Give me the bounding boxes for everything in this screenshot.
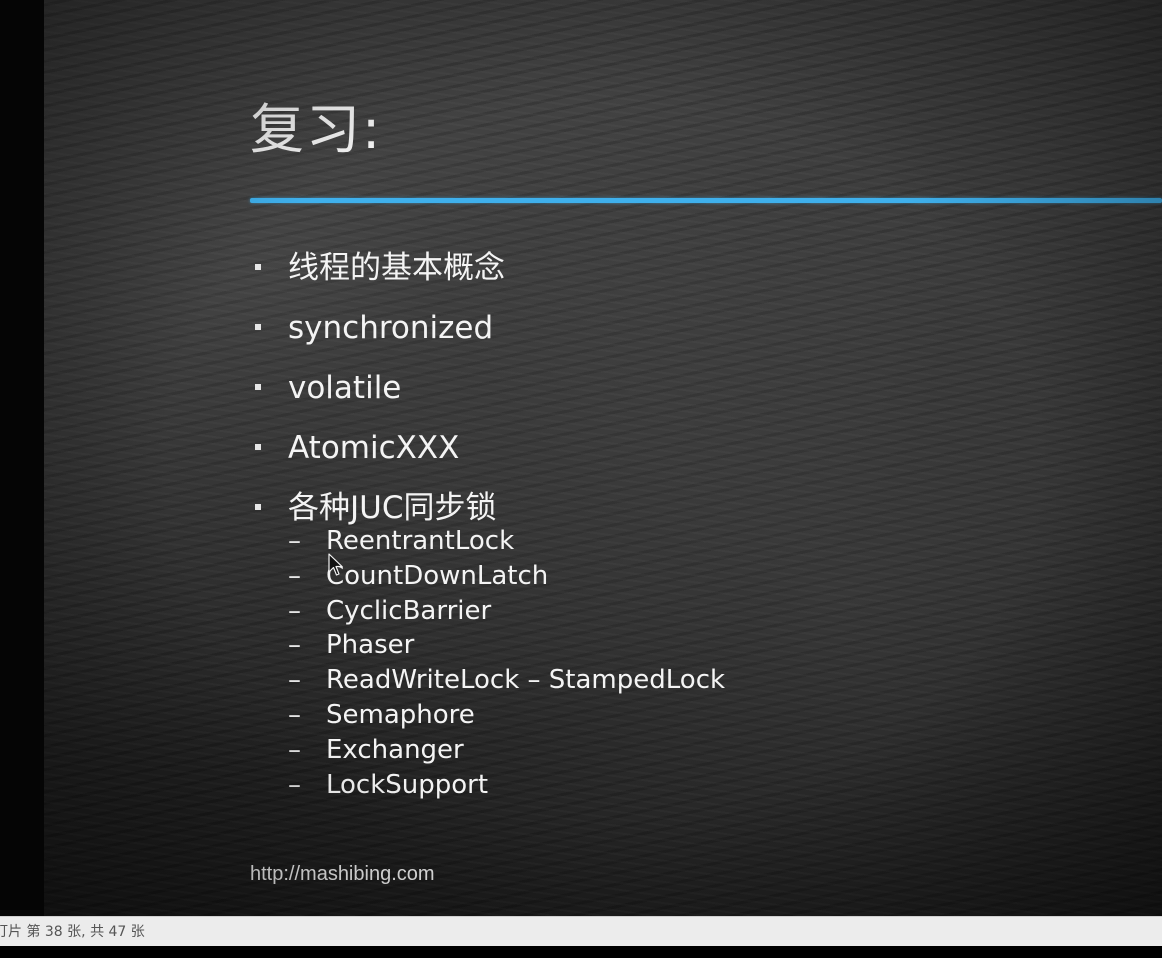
dash-bullet-icon: – <box>288 665 301 696</box>
presentation-slide[interactable]: 复习: 线程的基本概念 synchronized volatile Atomic… <box>44 0 1162 916</box>
status-bar: 灯片 第 38 张, 共 47 张 <box>0 916 1162 946</box>
sub-bullet-text: CountDownLatch <box>326 560 549 591</box>
sub-bullet-text: Semaphore <box>326 699 475 730</box>
sub-bullet-text: Phaser <box>326 630 415 661</box>
sub-bullet-item: – CountDownLatch <box>250 559 725 594</box>
sub-bullet-item: – ReentrantLock <box>250 524 725 559</box>
dash-bullet-icon: – <box>288 595 301 626</box>
bullet-list: 线程的基本概念 synchronized volatile AtomicXXX … <box>250 238 505 538</box>
bottom-edge <box>0 946 1162 958</box>
bullet-text: 线程的基本概念 <box>288 250 505 286</box>
slide-counter: 灯片 第 38 张, 共 47 张 <box>0 924 145 940</box>
bullet-item: 线程的基本概念 <box>250 238 505 298</box>
sub-bullet-item: – LockSupport <box>250 768 725 803</box>
window-left-edge <box>0 0 44 916</box>
sub-bullet-text: ReentrantLock <box>326 526 515 556</box>
sub-bullet-item: – CyclicBarrier <box>250 594 725 629</box>
bullet-item: volatile <box>250 358 505 418</box>
sub-bullet-text: LockSupport <box>326 769 489 800</box>
sub-bullet-item: – Semaphore <box>250 698 725 733</box>
sub-bullet-text: CyclicBarrier <box>326 595 492 626</box>
bullet-item: synchronized <box>250 298 505 358</box>
dash-bullet-icon: – <box>288 526 301 556</box>
square-bullet-icon <box>255 264 261 270</box>
bullet-text: synchronized <box>288 310 494 346</box>
sub-bullet-text: ReadWriteLock – StampedLock <box>326 665 726 696</box>
dash-bullet-icon: – <box>288 699 301 730</box>
dash-bullet-icon: – <box>288 630 301 661</box>
bullet-text: volatile <box>288 370 402 406</box>
sub-bullet-text: Exchanger <box>326 734 464 765</box>
sub-bullet-item: – Exchanger <box>250 733 725 768</box>
square-bullet-icon <box>255 384 261 390</box>
mouse-cursor-icon <box>328 553 343 576</box>
bullet-item: AtomicXXX <box>250 418 505 478</box>
dash-bullet-icon: – <box>288 734 301 765</box>
square-bullet-icon <box>255 324 261 330</box>
bullet-text: 各种JUC同步锁 <box>288 490 497 526</box>
sub-bullet-item: – Phaser <box>250 628 725 663</box>
title-underline <box>250 198 1162 203</box>
square-bullet-icon <box>255 504 261 510</box>
slide-title: 复习: <box>250 98 383 161</box>
dash-bullet-icon: – <box>288 769 301 800</box>
bullet-text: AtomicXXX <box>288 430 460 466</box>
sub-bullet-list: – ReentrantLock – CountDownLatch – CyclicBa… <box>250 524 725 802</box>
sub-bullet-item: – ReadWriteLock – StampedLock <box>250 663 725 698</box>
square-bullet-icon <box>255 444 261 450</box>
footer-url: http://mashibing.com <box>250 863 435 885</box>
dash-bullet-icon: – <box>288 560 301 591</box>
